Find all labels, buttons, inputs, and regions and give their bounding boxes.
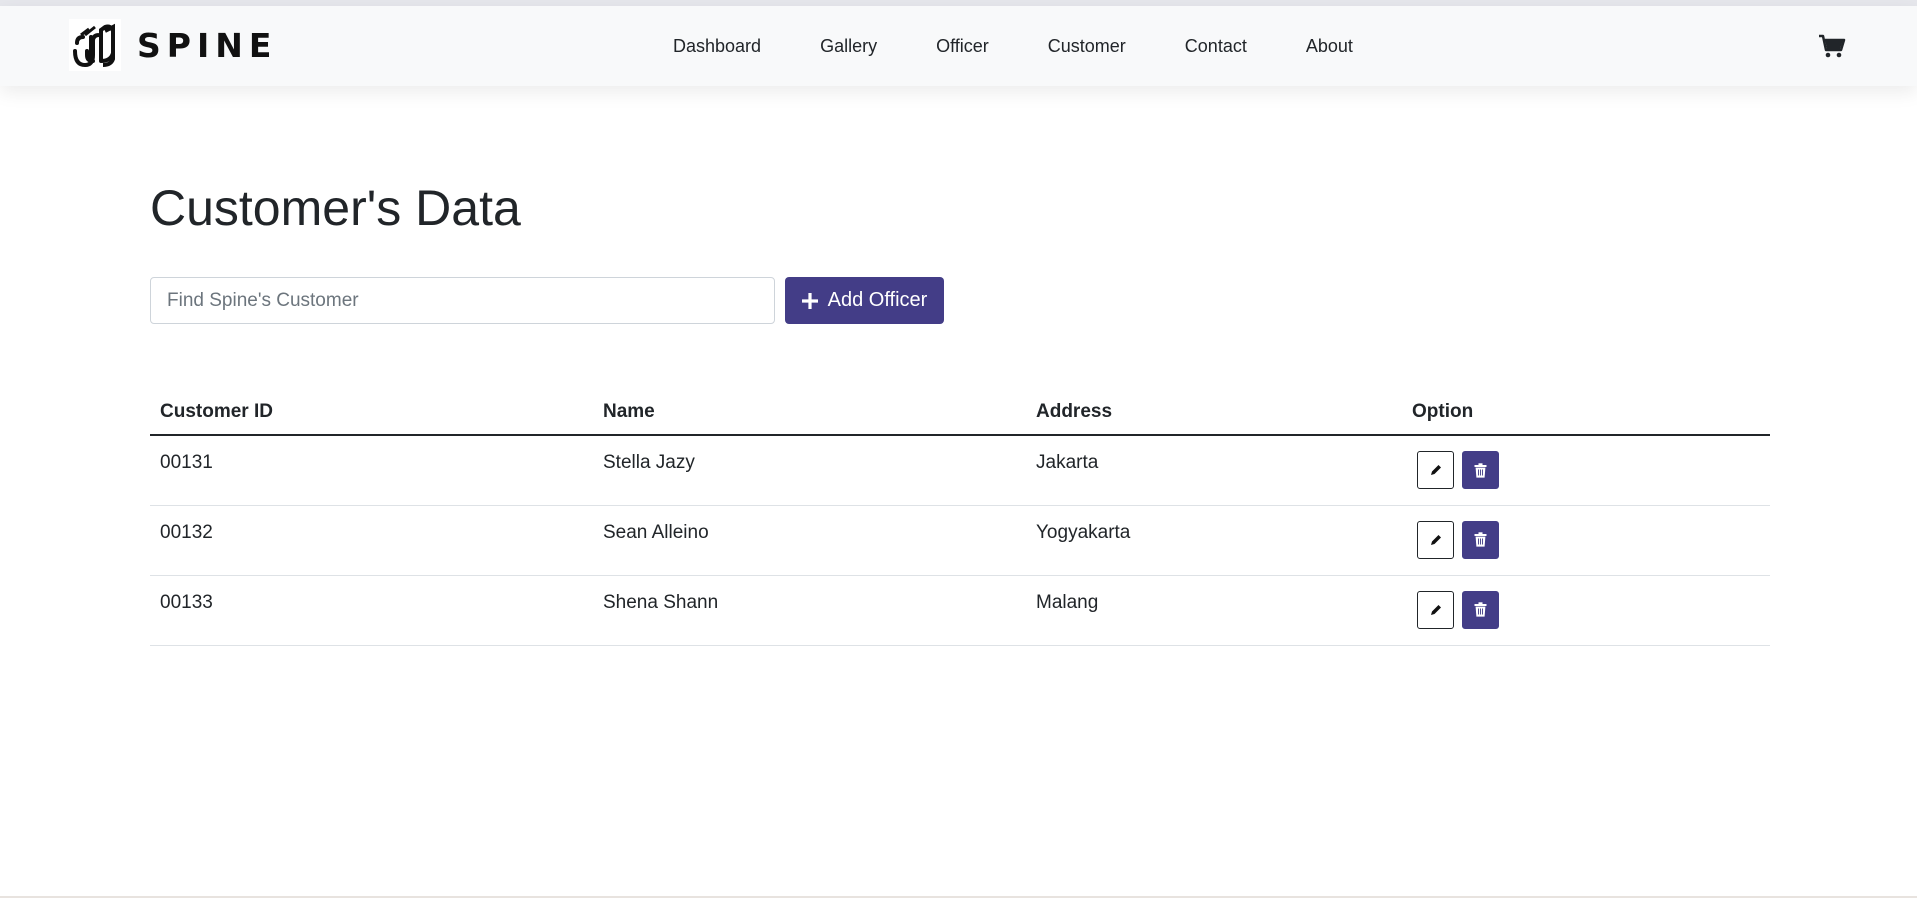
cell-name: Shena Shann <box>593 575 1026 646</box>
nav-link-gallery[interactable]: Gallery <box>820 34 877 58</box>
table-row: 00132 Sean Alleino Yogyakarta <box>150 505 1770 576</box>
navbar: SPINE Dashboard Gallery Officer Customer… <box>0 6 1917 86</box>
column-header-option: Option <box>1402 390 1770 436</box>
cell-address: Yogyakarta <box>1026 505 1402 576</box>
brand-home-link[interactable]: SPINE <box>69 19 277 71</box>
customer-table: Customer ID Name Address Option 00131 St… <box>150 390 1770 646</box>
cell-customer-id: 00132 <box>150 505 593 576</box>
add-officer-label: Add Officer <box>827 289 928 311</box>
pencil-icon <box>1430 604 1441 615</box>
trash-icon <box>1474 462 1487 478</box>
table-row: 00131 Stella Jazy Jakarta <box>150 435 1770 506</box>
add-officer-button[interactable]: Add Officer <box>785 277 944 324</box>
delete-button[interactable] <box>1462 590 1499 629</box>
pencil-icon <box>1430 465 1441 475</box>
trash-icon <box>1474 602 1487 617</box>
trash-icon <box>1474 532 1487 547</box>
pencil-icon <box>1430 534 1441 545</box>
cell-name: Stella Jazy <box>593 435 1026 506</box>
column-header-address: Address <box>1026 390 1402 436</box>
cell-address: Jakarta <box>1026 435 1402 506</box>
column-header-name: Name <box>593 390 1026 436</box>
shopping-cart-icon[interactable] <box>1818 32 1846 60</box>
nav-link-customer[interactable]: Customer <box>1048 34 1126 58</box>
cell-options <box>1402 505 1770 576</box>
edit-button[interactable] <box>1417 520 1454 559</box>
brand-name: SPINE <box>137 25 278 65</box>
cell-customer-id: 00131 <box>150 435 593 506</box>
search-input[interactable] <box>150 277 775 324</box>
table-header-row: Customer ID Name Address Option <box>150 390 1770 436</box>
table-row: 00133 Shena Shann Malang <box>150 575 1770 646</box>
cell-name: Sean Alleino <box>593 505 1026 576</box>
nav-link-dashboard[interactable]: Dashboard <box>673 34 761 58</box>
nav-link-officer[interactable]: Officer <box>936 34 989 58</box>
cell-address: Malang <box>1026 575 1402 646</box>
column-header-customer-id: Customer ID <box>150 390 593 436</box>
cell-customer-id: 00133 <box>150 575 593 646</box>
plus-icon <box>801 292 818 309</box>
edit-button[interactable] <box>1417 451 1454 489</box>
delete-button[interactable] <box>1462 520 1499 559</box>
nav-menu: Dashboard Gallery Officer Customer Conta… <box>673 34 1353 58</box>
nav-link-contact[interactable]: Contact <box>1185 34 1247 58</box>
cell-options <box>1402 435 1770 506</box>
page-title: Customer's Data <box>150 180 521 236</box>
nav-link-about[interactable]: About <box>1306 34 1353 58</box>
delete-button[interactable] <box>1462 451 1499 489</box>
spine-logo-icon <box>69 19 121 71</box>
edit-button[interactable] <box>1417 590 1454 629</box>
cell-options <box>1402 575 1770 646</box>
